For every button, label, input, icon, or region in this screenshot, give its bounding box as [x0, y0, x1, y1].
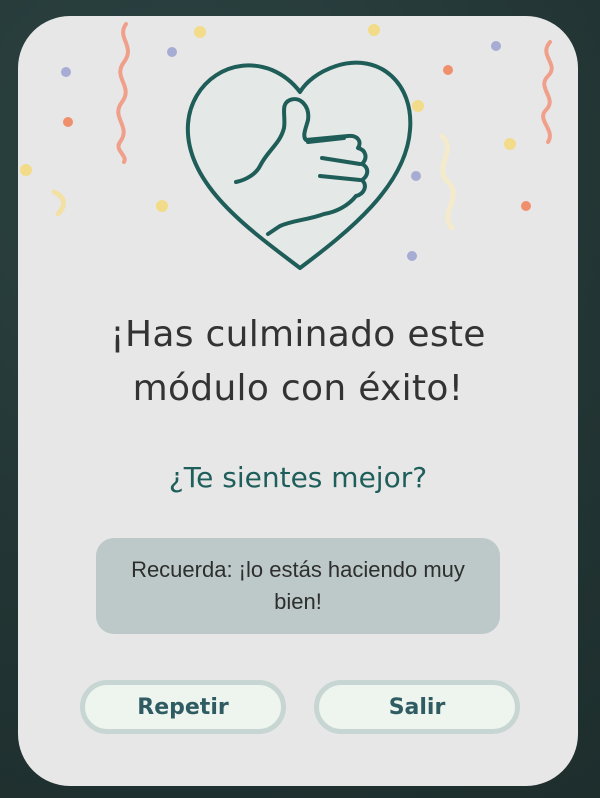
thumbs-up-heart-icon — [185, 60, 413, 270]
feeling-question: ¿Te sientes mejor? — [168, 461, 428, 494]
title-line-1: ¡Has culminado este — [110, 314, 486, 355]
confetti-decoration — [20, 22, 554, 270]
streamer-right — [541, 40, 554, 144]
page-title: ¡Has culminado este módulo con éxito! — [18, 308, 578, 416]
exit-button[interactable]: Salir — [314, 680, 520, 734]
streamer-left — [116, 22, 130, 164]
completion-card: ¡Has culminado este módulo con éxito! ¿T… — [18, 16, 578, 786]
reminder-text: Recuerda: ¡lo estás haciendo muy bien! — [131, 557, 465, 614]
streamer-cream — [439, 133, 456, 231]
repeat-button[interactable]: Repetir — [80, 680, 286, 734]
reminder-box: Recuerda: ¡lo estás haciendo muy bien! — [96, 538, 500, 634]
title-line-2: módulo con éxito! — [132, 368, 464, 409]
streamer-yellow-left — [51, 189, 66, 217]
